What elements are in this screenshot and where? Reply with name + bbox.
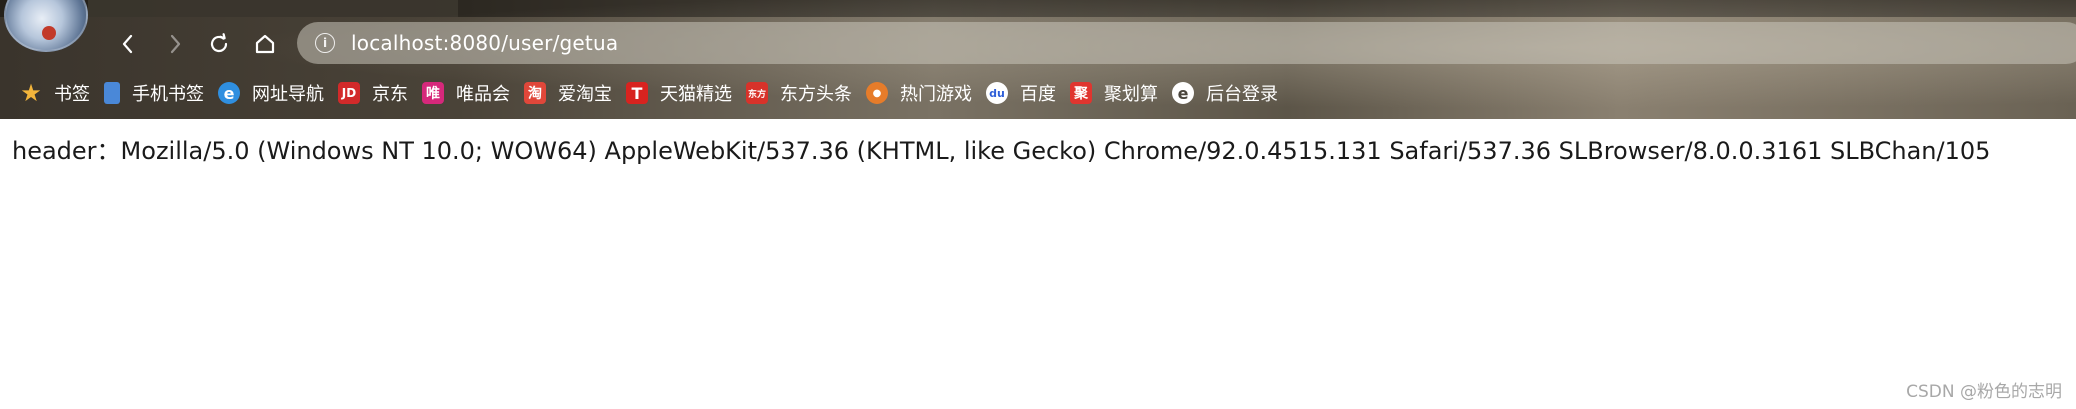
jd-logo-icon: JD	[338, 82, 360, 104]
home-icon	[253, 32, 277, 56]
bookmark-label: 书签	[54, 84, 90, 105]
bookmark-item-games[interactable]: ● 热门游戏	[866, 73, 972, 113]
forward-button[interactable]	[157, 26, 193, 62]
user-agent-text: header：Mozilla/5.0 (Windows NT 10.0; WOW…	[12, 137, 1991, 165]
bookmark-item-taobao[interactable]: 淘 爱淘宝	[524, 73, 612, 113]
baidu-paw-icon: du	[986, 82, 1008, 104]
bookmark-item-jd[interactable]: JD 京东	[338, 73, 408, 113]
reload-button[interactable]	[201, 26, 237, 62]
bookmark-item-admin-login[interactable]: e 后台登录	[1172, 73, 1278, 113]
bookmark-label: 东方头条	[780, 84, 852, 105]
bookmark-label: 热门游戏	[900, 84, 972, 105]
bookmark-item-bookmarks[interactable]: ★ 书签	[20, 73, 90, 113]
games-icon: ●	[866, 82, 888, 104]
phone-bookmark-icon	[104, 82, 120, 104]
bookmark-item-nav[interactable]: e 网址导航	[218, 73, 324, 113]
bookmark-item-juhuasuan[interactable]: 聚 聚划算	[1070, 73, 1158, 113]
e-logo-icon: e	[1172, 82, 1194, 104]
bookmark-label: 后台登录	[1206, 84, 1278, 105]
back-button[interactable]	[110, 26, 146, 62]
ie-e-icon: e	[218, 82, 240, 104]
bookmark-label: 百度	[1020, 84, 1056, 105]
star-icon: ★	[20, 79, 42, 107]
address-bar[interactable]: i localhost:8080/user/getua	[297, 22, 2076, 64]
vip-logo-icon: 唯	[422, 82, 444, 104]
chevron-right-icon	[166, 33, 184, 55]
bookmark-label: 手机书签	[132, 84, 204, 105]
home-button[interactable]	[247, 26, 283, 62]
bookmark-label: 爱淘宝	[558, 84, 612, 105]
dftt-logo-icon: 东方	[746, 82, 768, 104]
bookmark-item-vip[interactable]: 唯 唯品会	[422, 73, 510, 113]
bookmarks-bar: ★ 书签 手机书签 e 网址导航 JD 京东 唯 唯品会 淘 爱淘宝 T 天猫精…	[0, 73, 1292, 113]
avatar-face-icon	[42, 26, 56, 40]
bookmark-label: 聚划算	[1104, 84, 1158, 105]
bookmark-label: 天猫精选	[660, 84, 732, 105]
taobao-logo-icon: 淘	[524, 82, 546, 104]
active-tab[interactable]	[88, 0, 458, 17]
bookmark-item-mobile-bookmarks[interactable]: 手机书签	[104, 73, 204, 113]
bookmark-item-tmall[interactable]: T 天猫精选	[626, 73, 732, 113]
tab-strip	[0, 0, 2076, 17]
chevron-left-icon	[119, 33, 137, 55]
bookmark-label: 网址导航	[252, 84, 324, 105]
csdn-watermark: CSDN @粉色的志明	[1906, 382, 2062, 402]
info-icon[interactable]: i	[315, 33, 335, 53]
reload-icon	[207, 32, 231, 56]
bookmark-label: 唯品会	[456, 84, 510, 105]
bookmark-item-baidu[interactable]: du 百度	[986, 73, 1056, 113]
bookmark-label: 京东	[372, 84, 408, 105]
address-url[interactable]: localhost:8080/user/getua	[351, 31, 618, 55]
bookmark-item-dftt[interactable]: 东方 东方头条	[746, 73, 852, 113]
tmall-logo-icon: T	[626, 82, 648, 104]
juhuasuan-logo-icon: 聚	[1070, 82, 1092, 104]
